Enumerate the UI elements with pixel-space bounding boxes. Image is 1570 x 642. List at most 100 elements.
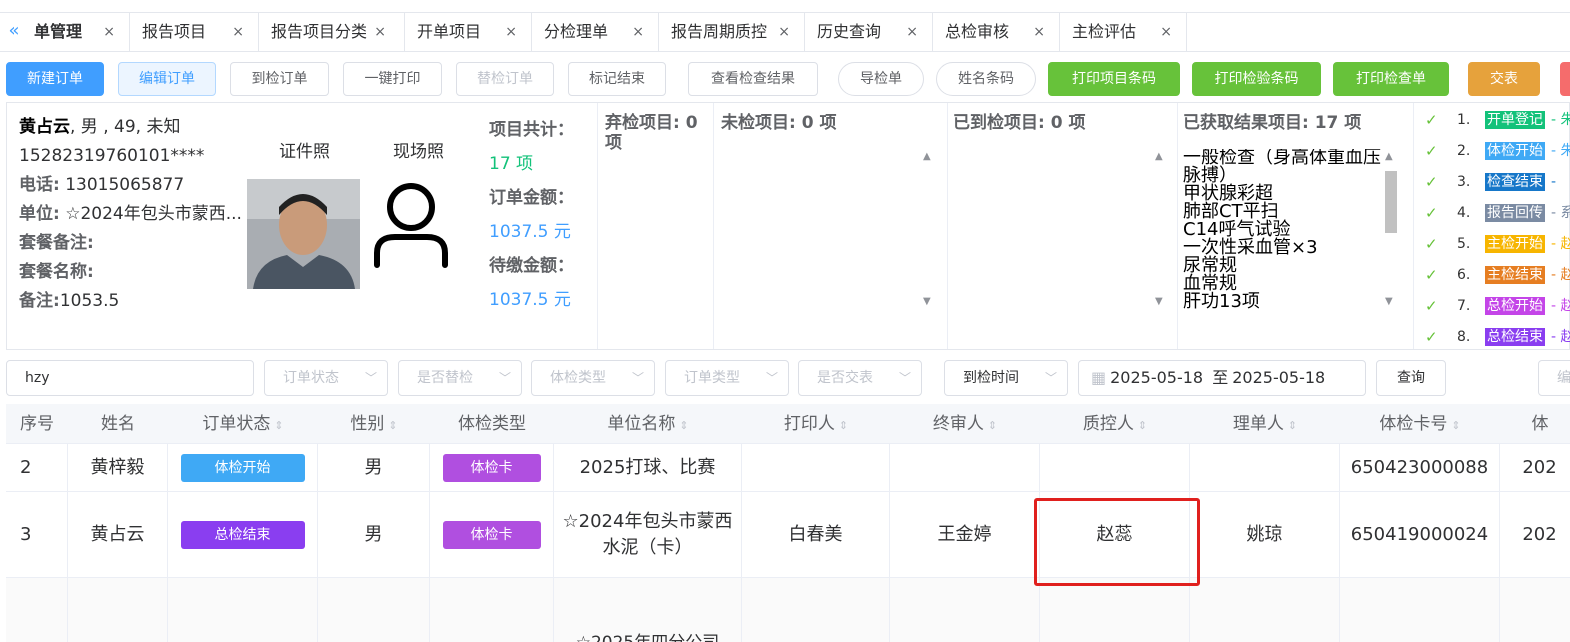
table-row[interactable]: 2 黄梓毅 体检开始 男 体检卡 2025打球、比赛 650423000088 202 — [6, 444, 1570, 492]
print-lab-barcode-button[interactable]: 打印检验条码 — [1192, 62, 1321, 96]
column-header[interactable]: 订单状态 ⇕ — [168, 404, 318, 444]
tab-final-review[interactable]: 总检审核 × — [933, 13, 1060, 51]
exam-type-select[interactable]: 体检类型 ﹀ — [531, 360, 655, 396]
order-status-select[interactable]: 订单状态 ﹀ — [264, 360, 388, 396]
select-label: 是否替检 — [417, 370, 473, 386]
table-cell — [1190, 444, 1340, 492]
close-icon[interactable]: × — [632, 13, 644, 51]
close-icon[interactable]: × — [505, 13, 517, 51]
column-header[interactable]: 体检类型 — [430, 404, 554, 444]
column-header[interactable]: 质控人 ⇕ — [1040, 404, 1190, 444]
total-items-value: 17 项 — [489, 154, 534, 174]
view-results-button[interactable]: 查看检查结果 — [688, 62, 818, 96]
sort-icon[interactable]: ⇕ — [679, 419, 688, 432]
print-all-button[interactable]: 一键打印 — [343, 62, 442, 96]
cell-text: 650423000088 — [1350, 457, 1489, 478]
check-icon: ✓ — [1425, 235, 1438, 253]
query-button[interactable]: 查询 — [1376, 360, 1446, 396]
tab-order-management[interactable]: 单管理 × — [0, 13, 130, 51]
tab-chief-evaluation[interactable]: 主检评估 × — [1060, 13, 1187, 51]
name-barcode-button[interactable]: 姓名条码 — [936, 62, 1036, 96]
result-items-list[interactable]: 一般检查（身高体重血压 脉搏） 甲状腺彩超 肺部CT平扫 C14呼气试验 一次性采血管×3… — [1183, 149, 1403, 309]
replace-select[interactable]: 是否替检 ﹀ — [398, 360, 522, 396]
timeline-number: 2. — [1457, 143, 1471, 159]
timeline-status-tag: 主检结束 — [1485, 266, 1545, 284]
pay-button[interactable]: 交表 — [1468, 62, 1540, 96]
date-range-picker[interactable]: ▦ 2025-05-18 至 2025-05-18 — [1078, 360, 1366, 396]
close-icon[interactable]: × — [232, 13, 244, 51]
scrollbar[interactable]: ▲ ▼ — [921, 149, 935, 309]
sort-icon[interactable]: ⇕ — [988, 419, 997, 432]
unchecked-items-list[interactable]: ▲ ▼ — [721, 149, 941, 309]
time-field-select[interactable]: 到检时间 ﹀ — [944, 360, 1068, 396]
tab-sort-orders[interactable]: 分检理单 × — [532, 13, 659, 51]
column-header[interactable]: 单位名称 ⇕ — [554, 404, 742, 444]
cell-text: 王金婷 — [937, 524, 992, 545]
status-timeline: ✓ 1. 开单登记 - 朱 ✓ 2. 体检开始 - 朱 ✓ 3. 检查结束 - ✓ 4. 报告回传 - 系 ✓ 5… — [1419, 103, 1570, 349]
column-header[interactable]: 体 — [1500, 404, 1570, 444]
guide-sheet-button[interactable]: 导检单 — [838, 62, 924, 96]
unit-label: 单位: — [19, 204, 60, 224]
user-avatar-icon[interactable] — [373, 181, 449, 273]
sort-icon[interactable]: ⇕ — [1451, 419, 1460, 432]
scrollbar[interactable]: ▲ ▼ — [1383, 149, 1397, 309]
column-header[interactable]: 理单人 ⇕ — [1190, 404, 1340, 444]
paid-select[interactable]: 是否交表 ﹀ — [798, 360, 922, 396]
edit-order-button[interactable]: 编辑订单 — [118, 62, 216, 96]
tab-report-item-categories[interactable]: 报告项目分类 × — [259, 13, 405, 51]
table-cell: 2 — [6, 444, 68, 492]
tab-order-items[interactable]: 开单项目 × — [405, 13, 532, 51]
new-order-button[interactable]: 新建订单 — [6, 62, 104, 96]
sort-icon[interactable]: ⇕ — [274, 419, 283, 432]
patient-phone: 13015065877 — [65, 175, 185, 195]
scrollbar[interactable]: ▲ ▼ — [1153, 149, 1167, 309]
arrived-items-list[interactable]: ▲ ▼ — [953, 149, 1173, 309]
patient-id-number: 15282319760101**** — [19, 146, 205, 166]
column-header[interactable]: 序号 — [6, 404, 68, 444]
column-header[interactable]: 性别 ⇕ — [318, 404, 430, 444]
more-button[interactable]: 编 — [1538, 360, 1570, 396]
mark-end-button[interactable]: 标记结束 — [568, 62, 666, 96]
table-cell: 650419000024 — [1340, 492, 1500, 578]
status-badge: 体检开始 — [180, 454, 305, 482]
close-icon[interactable]: × — [374, 13, 386, 51]
sort-icon[interactable]: ⇕ — [388, 419, 397, 432]
arrived-items-title: 已到检项目: 0 项 — [953, 113, 1086, 133]
tab-report-cycle-qc[interactable]: 报告周期质控 × — [659, 13, 805, 51]
timeline-number: 3. — [1457, 174, 1471, 190]
table-row[interactable]: ☆2025年四分公司 — [6, 578, 1570, 642]
order-type-select[interactable]: 订单类型 ﹀ — [665, 360, 789, 396]
column-header[interactable]: 终审人 ⇕ — [890, 404, 1040, 444]
patient-remark: 1053.5 — [59, 291, 120, 311]
chevron-down-icon: ﹀ — [765, 371, 778, 385]
id-photo[interactable] — [247, 179, 360, 289]
extra-button[interactable] — [1560, 62, 1570, 96]
replace-order-button[interactable]: 替检订单 — [456, 62, 554, 96]
sort-icon[interactable]: ⇕ — [1138, 419, 1147, 432]
table-cell: 体检卡 — [430, 492, 554, 578]
table-row[interactable]: 3 黄占云 总检结束男体检卡 ☆2024年包头市蒙西 水泥（卡） 白春美 王金婷 赵蕊 姚琼 65… — [6, 492, 1570, 578]
table-cell — [318, 578, 430, 642]
timeline-operator: - — [1551, 174, 1557, 190]
check-icon: ✓ — [1425, 111, 1438, 129]
tab-label: 开单项目 — [417, 22, 482, 41]
close-icon[interactable]: × — [103, 13, 115, 51]
print-item-barcode-button[interactable]: 打印项目条码 — [1048, 62, 1180, 96]
timeline-number: 8. — [1457, 329, 1471, 345]
close-icon[interactable]: × — [1160, 13, 1172, 51]
arrive-order-button[interactable]: 到检订单 — [230, 62, 329, 96]
close-icon[interactable]: × — [906, 13, 918, 51]
close-icon[interactable]: × — [778, 13, 790, 51]
sort-icon[interactable]: ⇕ — [1288, 419, 1297, 432]
column-header[interactable]: 姓名 — [68, 404, 168, 444]
search-input[interactable]: hzy — [6, 360, 254, 396]
tab-history-query[interactable]: 历史查询 × — [805, 13, 933, 51]
table-cell: 男 — [318, 444, 430, 492]
print-exam-sheet-button[interactable]: 打印检查单 — [1333, 62, 1449, 96]
close-icon[interactable]: × — [1033, 13, 1045, 51]
column-header[interactable]: 打印人 ⇕ — [742, 404, 890, 444]
tab-report-items[interactable]: 报告项目 × — [130, 13, 259, 51]
column-header[interactable]: 体检卡号 ⇕ — [1340, 404, 1500, 444]
sort-icon[interactable]: ⇕ — [839, 419, 848, 432]
table-cell — [890, 578, 1040, 642]
